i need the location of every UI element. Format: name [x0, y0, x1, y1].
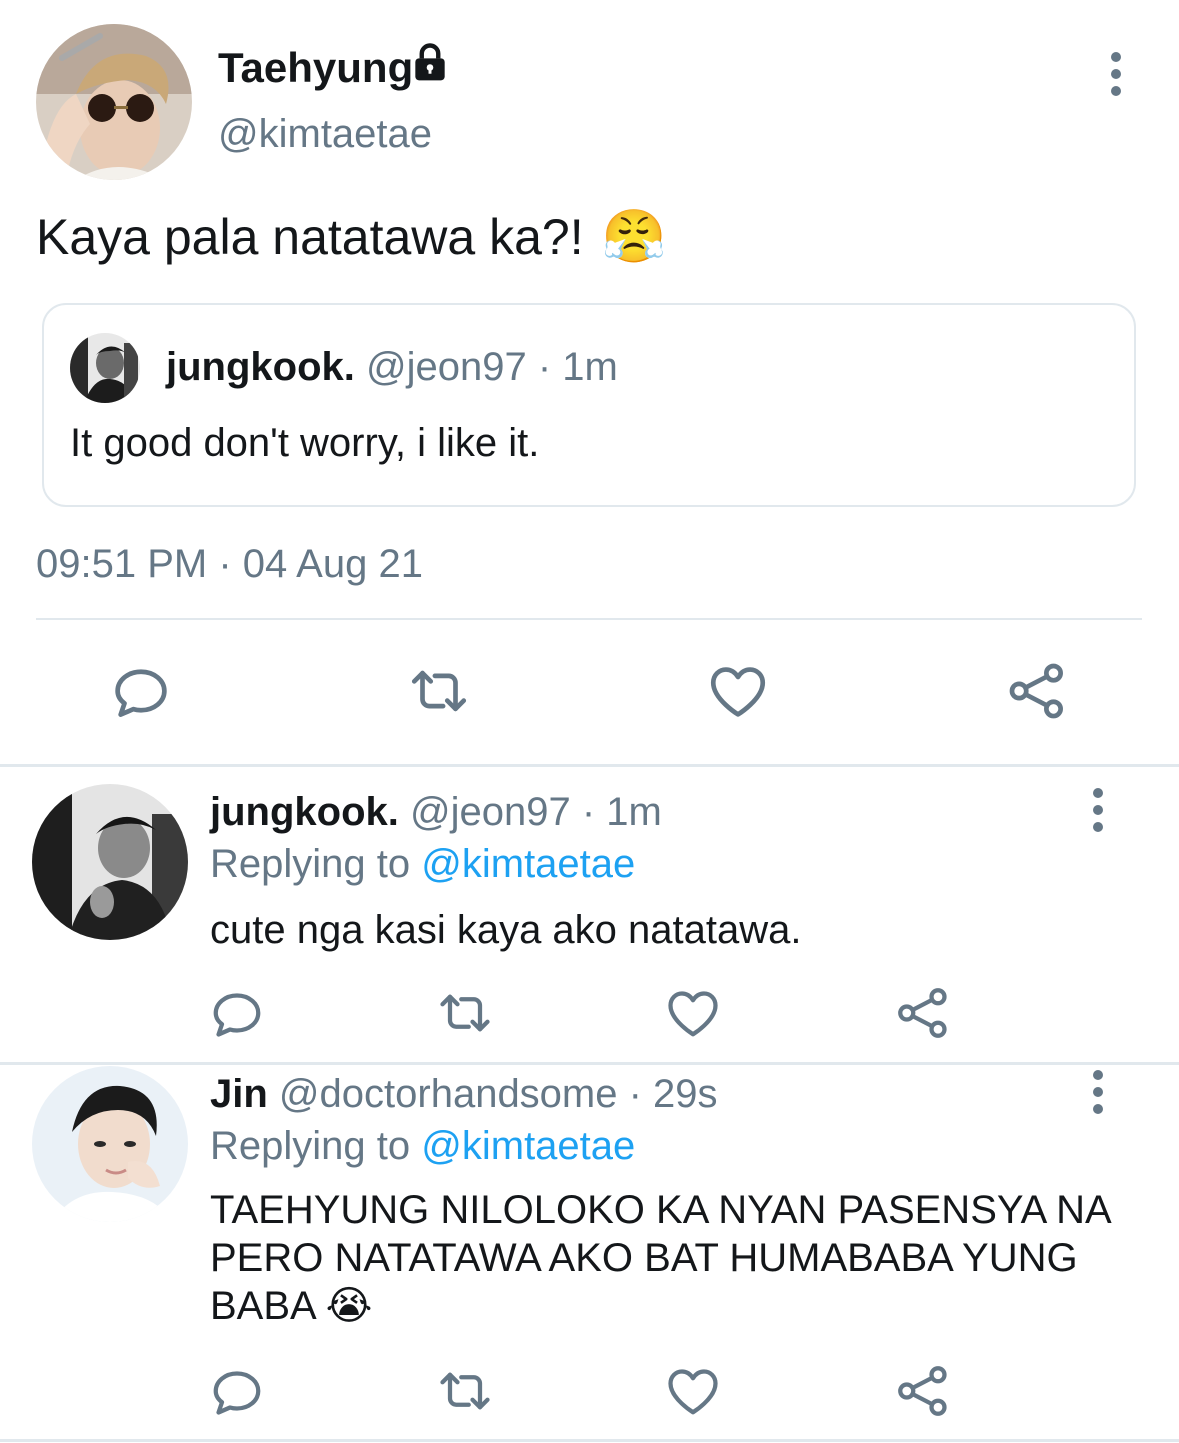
reply-display-name[interactable]: jungkook.: [210, 790, 399, 834]
share-button[interactable]: [1002, 656, 1072, 726]
quote-display-name[interactable]: jungkook.: [166, 345, 355, 389]
replying-to: Replying to @kimtaetae: [210, 1124, 635, 1169]
reply-icon: [207, 983, 267, 1043]
divider: [0, 764, 1179, 767]
replying-to-link[interactable]: @kimtaetae: [421, 842, 635, 886]
more-options-button[interactable]: [1078, 780, 1118, 840]
like-button[interactable]: [660, 980, 726, 1046]
share-icon: [1004, 658, 1070, 724]
like-button[interactable]: [660, 1358, 726, 1424]
more-options-button[interactable]: [1078, 1062, 1118, 1122]
reply-header: jungkook. @jeon97 · 1m: [210, 790, 662, 835]
huffing-emoji: 😤: [601, 207, 667, 267]
reply-header: Jin @doctorhandsome · 29s: [210, 1072, 718, 1117]
reply-icon: [108, 658, 174, 724]
reply-button[interactable]: [106, 656, 176, 726]
display-name[interactable]: Taehyung: [218, 44, 413, 92]
share-icon: [893, 1361, 953, 1421]
avatar-taehyung[interactable]: [36, 24, 192, 180]
quote-handle[interactable]: @jeon97: [366, 345, 527, 389]
reply-text-line-last: BABA 😭: [210, 1282, 1112, 1330]
reply-text: cute nga kasi kaya ako natatawa.: [210, 908, 802, 952]
like-icon: [663, 983, 723, 1043]
replying-to: Replying to @kimtaetae: [210, 842, 635, 887]
avatar-jungkook[interactable]: [32, 784, 188, 940]
reply-button[interactable]: [204, 1358, 270, 1424]
like-icon: [705, 658, 771, 724]
like-button[interactable]: [703, 656, 773, 726]
reply-time: · 29s: [628, 1072, 718, 1116]
avatar-jin[interactable]: [32, 1066, 188, 1222]
share-button[interactable]: [890, 980, 956, 1046]
like-icon: [663, 1361, 723, 1421]
divider: [0, 1062, 1179, 1065]
handle[interactable]: @kimtaetae: [218, 112, 432, 157]
retweet-icon: [406, 658, 472, 724]
more-options-button[interactable]: [1096, 44, 1136, 104]
retweet-icon: [435, 983, 495, 1043]
share-button[interactable]: [890, 1358, 956, 1424]
reply-text-line: PERO NATATAWA AKO BAT HUMABABA YUNG: [210, 1236, 1078, 1280]
quote-time: · 1m: [537, 345, 618, 389]
tweet-timestamp: 09:51 PM · 04 Aug 21: [36, 542, 423, 586]
quoted-tweet[interactable]: jungkook. @jeon97 · 1m It good don't wor…: [42, 303, 1136, 507]
more-icon: [1093, 788, 1103, 798]
tweet-text: Kaya pala natatawa ka?! 😤: [36, 206, 666, 267]
retweet-icon: [435, 1361, 495, 1421]
more-icon: [1093, 1070, 1103, 1080]
divider: [36, 618, 1142, 620]
quote-text: It good don't worry, i like it.: [70, 421, 540, 465]
reply-icon: [207, 1361, 267, 1421]
replying-to-link[interactable]: @kimtaetae: [421, 1124, 635, 1168]
divider: [0, 1439, 1179, 1442]
retweet-button[interactable]: [432, 1358, 498, 1424]
reply-text-line: BABA: [210, 1284, 315, 1328]
retweet-button[interactable]: [404, 656, 474, 726]
reply-text-line: TAEHYUNG NILOLOKO KA NYAN PASENSYA NA: [210, 1188, 1112, 1232]
reply-button[interactable]: [204, 980, 270, 1046]
crying-emoji: 😭: [325, 1283, 373, 1329]
replying-label: Replying to: [210, 1124, 411, 1168]
reply-time: · 1m: [581, 790, 662, 834]
avatar-jungkook-quote: [70, 333, 140, 403]
lock-icon: [408, 40, 452, 84]
reply-text: TAEHYUNG NILOLOKO KA NYAN PASENSYA NA PE…: [210, 1186, 1112, 1330]
replying-label: Replying to: [210, 842, 411, 886]
retweet-button[interactable]: [432, 980, 498, 1046]
tweet-body: Kaya pala natatawa ka?!: [36, 208, 584, 265]
reply-handle[interactable]: @jeon97: [410, 790, 571, 834]
more-icon: [1111, 52, 1121, 62]
reply-handle[interactable]: @doctorhandsome: [279, 1072, 618, 1116]
share-icon: [893, 983, 953, 1043]
reply-display-name[interactable]: Jin: [210, 1072, 268, 1116]
quote-header: jungkook. @jeon97 · 1m: [166, 345, 618, 390]
